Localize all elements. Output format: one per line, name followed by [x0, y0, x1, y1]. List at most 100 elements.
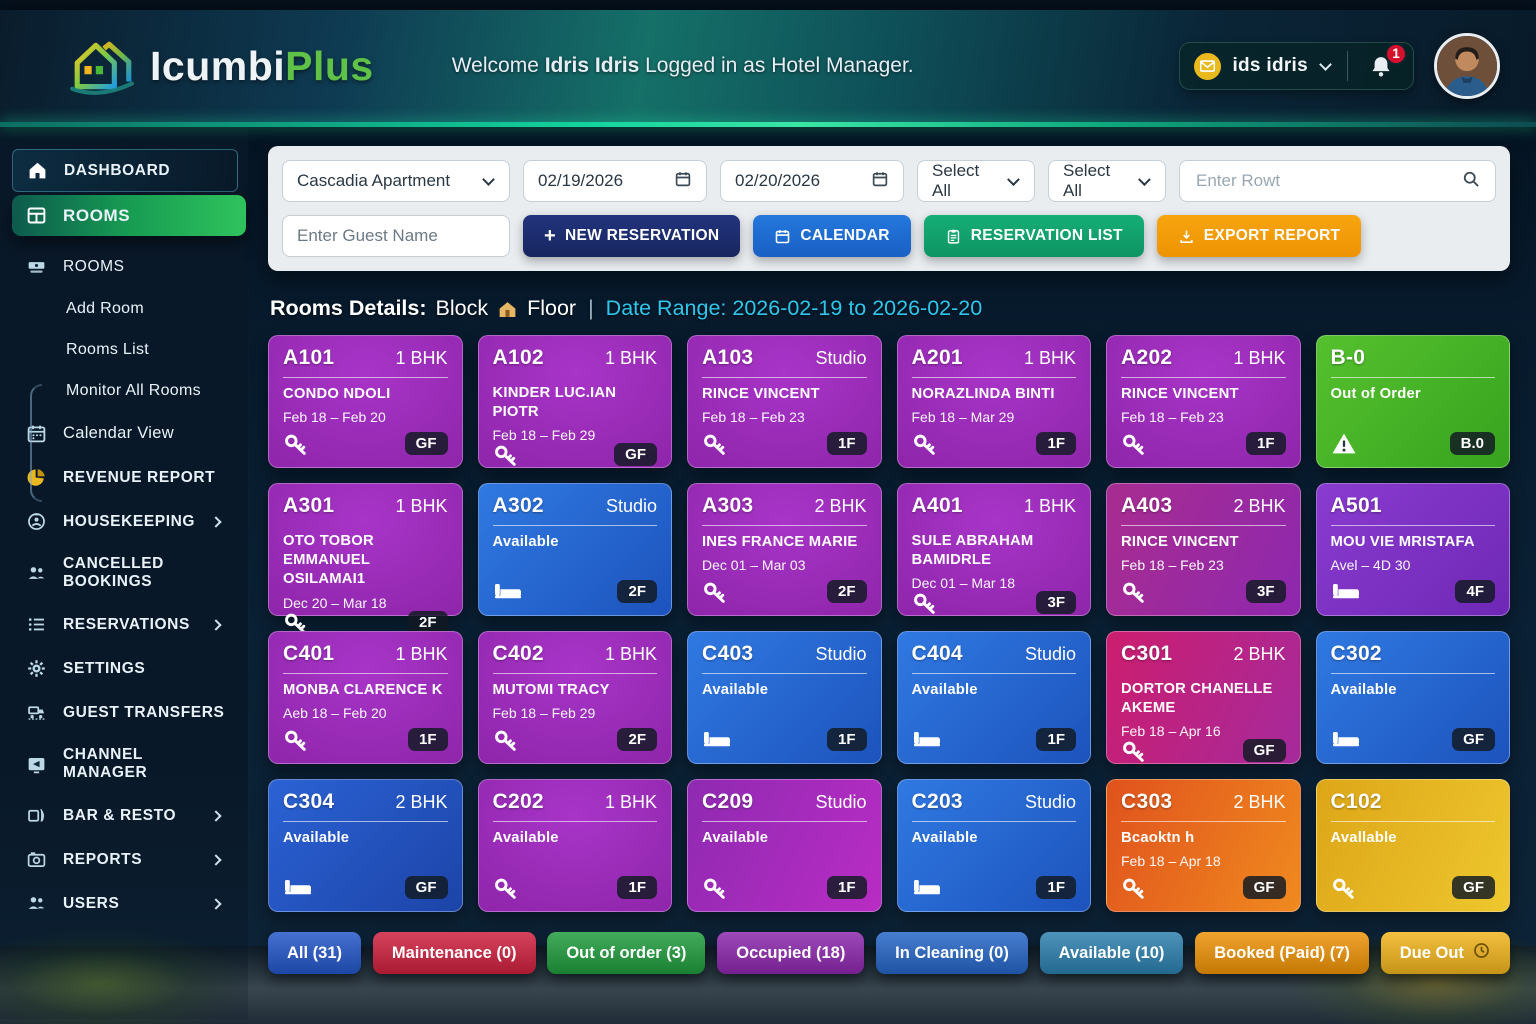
room-guest: Available — [283, 829, 448, 848]
room-card-C202[interactable]: C202 1 BHK Available 1F — [478, 779, 673, 912]
sidebar-item-users[interactable]: USERS — [12, 883, 238, 924]
divider — [1331, 377, 1496, 378]
sidebar-item-label: Rooms List — [66, 341, 149, 359]
room-guest: Available — [702, 829, 867, 848]
room-dates: Aeb 18 – Feb 20 — [283, 705, 448, 721]
room-card-A301[interactable]: A301 1 BHK OTO TOBOR EMMANUEL OSILAMAI1 … — [268, 483, 463, 616]
camera-icon — [26, 849, 48, 870]
room-card-C102[interactable]: C102 Avallable GF — [1316, 779, 1511, 912]
room-card-header: A501 — [1331, 494, 1496, 518]
room-guest: Available — [493, 533, 658, 552]
room-card-C301[interactable]: C301 2 BHK DORTOR CHANELLE AKEME Feb 18 … — [1106, 631, 1301, 764]
notifications-button[interactable]: 1 — [1363, 52, 1399, 81]
sidebar-item-rooms-sub[interactable]: ROOMS — [12, 246, 238, 287]
room-card-C401[interactable]: C401 1 BHK MONBA CLARENCE K Aeb 18 – Feb… — [268, 631, 463, 764]
room-card-C302[interactable]: C302 Available GF — [1316, 631, 1511, 764]
sidebar-item-revenue-report[interactable]: REVENUE REPORT — [12, 457, 238, 498]
sidebar-item-rooms[interactable]: ROOMS — [12, 195, 246, 236]
room-type: 1 BHK — [1024, 348, 1076, 369]
sidebar-item-calendar-view[interactable]: Calendar View — [12, 413, 238, 454]
key-icon — [493, 876, 520, 899]
room-card-A501[interactable]: A501 MOU VIE MRISTAFA Avel – 4D 30 4F — [1316, 483, 1511, 616]
room-card-B-0[interactable]: B-0 Out of Order B.0 — [1316, 335, 1511, 468]
sidebar-item-housekeeping[interactable]: HOUSEKEEPING — [12, 501, 238, 542]
status-filter-available[interactable]: Available (10) — [1040, 932, 1184, 974]
sidebar-item-reports[interactable]: REPORTS — [12, 839, 238, 880]
floor-select[interactable]: Select All — [1048, 160, 1166, 202]
room-id: C102 — [1331, 790, 1382, 814]
room-id: C403 — [702, 642, 753, 666]
block-select[interactable]: Select All — [917, 160, 1035, 202]
room-card-A403[interactable]: A403 2 BHK RINCE VINCENT Feb 18 – Feb 23… — [1106, 483, 1301, 616]
room-card-C203[interactable]: C203 Studio Available 1F — [897, 779, 1092, 912]
sidebar-item-settings[interactable]: SETTINGS — [12, 648, 238, 689]
divider — [1331, 525, 1496, 526]
calendar-button[interactable]: CALENDAR — [753, 215, 910, 257]
divider — [702, 525, 867, 526]
calendar-icon — [674, 170, 692, 193]
property-select[interactable]: Cascadia Apartment — [282, 160, 510, 202]
key-icon — [283, 728, 310, 751]
block-select-value: Select All — [932, 161, 997, 201]
export-report-label: EXPORT REPORT — [1204, 227, 1341, 245]
room-card-A401[interactable]: A401 1 BHK SULE ABRAHAM BAMIDRLE Dec 01 … — [897, 483, 1092, 616]
sidebar-item-bar-resto[interactable]: BAR & RESTO — [12, 795, 238, 836]
room-dates: Dec 20 – Mar 18 — [283, 595, 448, 611]
people-icon — [26, 563, 48, 584]
user-avatar[interactable] — [1434, 33, 1500, 99]
notification-badge: 1 — [1385, 43, 1407, 65]
room-dates: Feb 18 – Feb 23 — [702, 409, 867, 425]
room-card-A101[interactable]: A101 1 BHK CONDO NDOLI Feb 18 – Feb 20 G… — [268, 335, 463, 468]
divider — [1121, 525, 1286, 526]
status-filter-due-out[interactable]: Due Out — [1381, 932, 1510, 974]
room-card-A302[interactable]: A302 Studio Available 2F — [478, 483, 673, 616]
room-card-C402[interactable]: C402 1 BHK MUTOMI TRACY Feb 18 – Feb 29 … — [478, 631, 673, 764]
transfer-icon — [26, 702, 48, 723]
room-card-C209[interactable]: C209 Studio Available 1F — [687, 779, 882, 912]
sidebar-item-dashboard[interactable]: DASHBOARD — [12, 149, 238, 192]
room-card-header: A302 Studio — [493, 494, 658, 518]
room-type: 2 BHK — [1233, 496, 1285, 517]
room-card-A102[interactable]: A102 1 BHK KINDER LUC.IAN PIOTR Feb 18 –… — [478, 335, 673, 468]
download-icon — [1178, 228, 1195, 245]
room-card-A201[interactable]: A201 1 BHK NORAZLINDA BINTI Feb 18 – Mar… — [897, 335, 1092, 468]
date-to-input[interactable]: 02/20/2026 — [720, 160, 904, 202]
new-reservation-button[interactable]: + NEW RESERVATION — [523, 215, 740, 257]
date-from-input[interactable]: 02/19/2026 — [523, 160, 707, 202]
room-card-A103[interactable]: A103 Studio RINCE VINCENT Feb 18 – Feb 2… — [687, 335, 882, 468]
floor-badge: 1F — [1036, 728, 1076, 751]
export-report-button[interactable]: EXPORT REPORT — [1157, 215, 1362, 257]
status-filter-all[interactable]: All (31) — [268, 932, 361, 974]
channel-icon — [26, 754, 48, 775]
divider — [1121, 821, 1286, 822]
floor-badge: 2F — [617, 580, 657, 603]
room-search-input[interactable] — [1194, 170, 1451, 192]
status-filter-in-cleaning[interactable]: In Cleaning (0) — [876, 932, 1028, 974]
sidebar-item-add-room[interactable]: Add Room — [12, 290, 238, 328]
sidebar-item-cancelled-bookings[interactable]: CANCELLED BOOKINGS — [12, 545, 238, 601]
room-card-header: B-0 — [1331, 346, 1496, 370]
room-card-header: C402 1 BHK — [493, 642, 658, 666]
room-card-A303[interactable]: A303 2 BHK INES FRANCE MARIE Dec 01 – Ma… — [687, 483, 882, 616]
status-filter-booked-paid[interactable]: Booked (Paid) (7) — [1195, 932, 1369, 974]
sidebar-item-rooms-list[interactable]: Rooms List — [12, 331, 238, 369]
room-card-C303[interactable]: C303 2 BHK Bcaoktn h Feb 18 – Apr 18 GF — [1106, 779, 1301, 912]
reservation-list-button[interactable]: RESERVATION LIST — [924, 215, 1144, 257]
sidebar-item-channel-manager[interactable]: CHANNEL MANAGER — [12, 736, 238, 792]
status-filter-occupied[interactable]: Occupied (18) — [717, 932, 864, 974]
guest-name-input[interactable] — [282, 215, 510, 257]
sidebar-item-label: Monitor All Rooms — [66, 382, 201, 400]
room-card-C403[interactable]: C403 Studio Available 1F — [687, 631, 882, 764]
sidebar-item-reservations[interactable]: RESERVATIONS — [12, 604, 238, 645]
room-card-C404[interactable]: C404 Studio Available 1F — [897, 631, 1092, 764]
room-dates: Avel – 4D 30 — [1331, 557, 1496, 573]
room-id: C404 — [912, 642, 963, 666]
room-card-A202[interactable]: A202 1 BHK RINCE VINCENT Feb 18 – Feb 23… — [1106, 335, 1301, 468]
status-filter-maintenance[interactable]: Maintenance (0) — [373, 932, 536, 974]
app-root: IcumbiPlus Welcome Idris Idris Logged in… — [0, 0, 1536, 1024]
sidebar-item-monitor-all-rooms[interactable]: Monitor All Rooms — [12, 372, 238, 410]
sidebar-item-guest-transfers[interactable]: GUEST TRANSFERS — [12, 692, 238, 733]
room-card-C304[interactable]: C304 2 BHK Available GF — [268, 779, 463, 912]
user-menu[interactable]: ids idris 1 — [1179, 42, 1414, 90]
status-filter-out-of-order[interactable]: Out of order (3) — [547, 932, 705, 974]
